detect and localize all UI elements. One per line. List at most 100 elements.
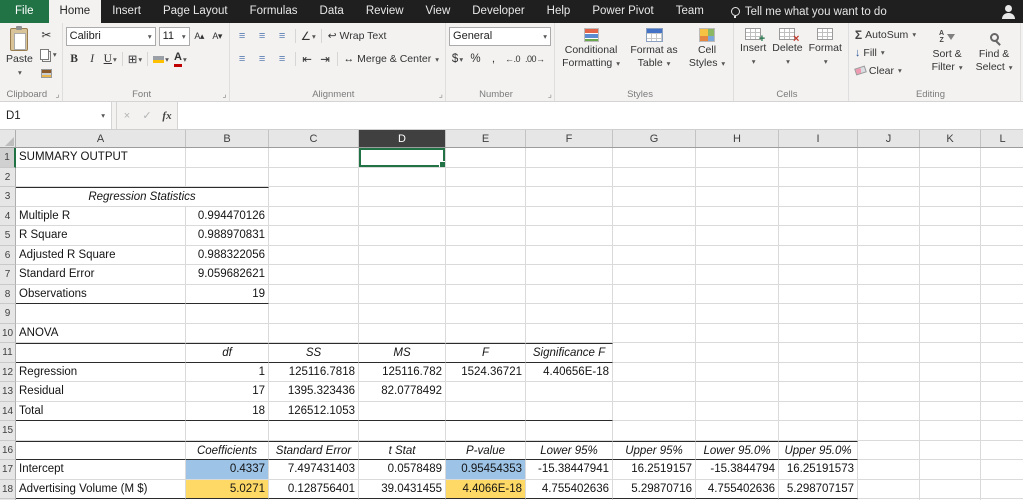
cell-D6[interactable] — [359, 246, 446, 266]
cell-F11[interactable]: Significance F — [526, 343, 613, 363]
column-header-A[interactable]: A — [16, 130, 186, 147]
column-header-C[interactable]: C — [269, 130, 359, 147]
cell-E4[interactable] — [446, 207, 526, 227]
row-header-2[interactable]: 2 — [0, 168, 16, 188]
cell-F16[interactable]: Lower 95% — [526, 441, 613, 461]
cell-I2[interactable] — [779, 168, 858, 188]
cell-H13[interactable] — [696, 382, 779, 402]
account-icon[interactable] — [993, 0, 1023, 23]
cell-F14[interactable] — [526, 402, 613, 422]
cancel-button[interactable]: × — [117, 102, 137, 129]
cell-C18[interactable]: 0.128756401 — [269, 480, 359, 500]
cell-I14[interactable] — [779, 402, 858, 422]
cell-L10[interactable] — [981, 324, 1023, 344]
cell-G6[interactable] — [613, 246, 696, 266]
cell-A2[interactable] — [16, 168, 186, 188]
column-header-D[interactable]: D — [359, 130, 446, 147]
tab-home[interactable]: Home — [49, 0, 102, 23]
cell-H15[interactable] — [696, 421, 779, 441]
cell-G14[interactable] — [613, 402, 696, 422]
cell-G4[interactable] — [613, 207, 696, 227]
row-header-16[interactable]: 16 — [0, 441, 16, 461]
cell-K8[interactable] — [920, 285, 981, 305]
cell-B7[interactable]: 9.059682621 — [186, 265, 269, 285]
cell-J10[interactable] — [858, 324, 920, 344]
cell-J2[interactable] — [858, 168, 920, 188]
cell-L8[interactable] — [981, 285, 1023, 305]
row-header-6[interactable]: 6 — [0, 246, 16, 266]
percent-style-button[interactable]: % — [467, 50, 484, 68]
cell-G13[interactable] — [613, 382, 696, 402]
cell-H16[interactable]: Lower 95.0% — [696, 441, 779, 461]
cell-K17[interactable] — [920, 460, 981, 480]
cell-C2[interactable] — [269, 168, 359, 188]
cell-K11[interactable] — [920, 343, 981, 363]
cell-E6[interactable] — [446, 246, 526, 266]
row-header-3[interactable]: 3 — [0, 187, 16, 207]
number-dialog-launcher-icon[interactable]: ⌟ — [548, 89, 552, 100]
cell-E17[interactable]: 0.95454353 — [446, 460, 526, 480]
cell-I13[interactable] — [779, 382, 858, 402]
cell-H3[interactable] — [696, 187, 779, 207]
cell-E11[interactable]: F — [446, 343, 526, 363]
cell-A4[interactable]: Multiple R — [16, 207, 186, 227]
row-header-17[interactable]: 17 — [0, 460, 16, 480]
comma-style-button[interactable]: , — [485, 50, 502, 68]
cell-I17[interactable]: 16.25191573 — [779, 460, 858, 480]
cell-D15[interactable] — [359, 421, 446, 441]
borders-button[interactable]: ⊞▾ — [126, 50, 144, 68]
cell-E13[interactable] — [446, 382, 526, 402]
column-header-L[interactable]: L — [981, 130, 1023, 147]
cell-H2[interactable] — [696, 168, 779, 188]
cell-L2[interactable] — [981, 168, 1023, 188]
cell-B6[interactable]: 0.988322056 — [186, 246, 269, 266]
cell-C4[interactable] — [269, 207, 359, 227]
align-middle-button[interactable]: ≡ — [253, 27, 272, 45]
column-header-E[interactable]: E — [446, 130, 526, 147]
cell-B5[interactable]: 0.988970831 — [186, 226, 269, 246]
font-color-button[interactable]: A▾ — [172, 50, 189, 68]
cell-L13[interactable] — [981, 382, 1023, 402]
cell-A15[interactable] — [16, 421, 186, 441]
cell-L9[interactable] — [981, 304, 1023, 324]
cell-L14[interactable] — [981, 402, 1023, 422]
cell-D14[interactable] — [359, 402, 446, 422]
column-header-G[interactable]: G — [613, 130, 696, 147]
cell-J17[interactable] — [858, 460, 920, 480]
cell-B15[interactable] — [186, 421, 269, 441]
cell-H5[interactable] — [696, 226, 779, 246]
cell-H4[interactable] — [696, 207, 779, 227]
column-header-J[interactable]: J — [858, 130, 920, 147]
clear-button[interactable]: Clear▾ — [852, 62, 919, 79]
format-cells-button[interactable]: Format▾ — [806, 26, 845, 69]
cell-C14[interactable]: 126512.1053 — [269, 402, 359, 422]
cell-D12[interactable]: 125116.782 — [359, 363, 446, 383]
insert-function-button[interactable]: fx — [157, 102, 177, 129]
cell-F2[interactable] — [526, 168, 613, 188]
number-format-select[interactable]: General▾ — [449, 27, 551, 46]
cell-A7[interactable]: Standard Error — [16, 265, 186, 285]
cell-L16[interactable] — [981, 441, 1023, 461]
cell-K12[interactable] — [920, 363, 981, 383]
cell-H7[interactable] — [696, 265, 779, 285]
clipboard-dialog-launcher-icon[interactable]: ⌟ — [55, 89, 59, 100]
cell-J15[interactable] — [858, 421, 920, 441]
cell-A12[interactable]: Regression — [16, 363, 186, 383]
cell-D13[interactable]: 82.0778492 — [359, 382, 446, 402]
cell-F18[interactable]: 4.755402636 — [526, 480, 613, 500]
cell-D9[interactable] — [359, 304, 446, 324]
cell-A16[interactable] — [16, 441, 186, 461]
column-header-F[interactable]: F — [526, 130, 613, 147]
row-header-5[interactable]: 5 — [0, 226, 16, 246]
cell-E14[interactable] — [446, 402, 526, 422]
cell-I6[interactable] — [779, 246, 858, 266]
cell-J13[interactable] — [858, 382, 920, 402]
cell-G3[interactable] — [613, 187, 696, 207]
cell-H6[interactable] — [696, 246, 779, 266]
tab-formulas[interactable]: Formulas — [239, 0, 309, 23]
cell-C7[interactable] — [269, 265, 359, 285]
cell-B2[interactable] — [186, 168, 269, 188]
cell-J18[interactable] — [858, 480, 920, 500]
cell-C8[interactable] — [269, 285, 359, 305]
cell-H17[interactable]: -15.3844794 — [696, 460, 779, 480]
